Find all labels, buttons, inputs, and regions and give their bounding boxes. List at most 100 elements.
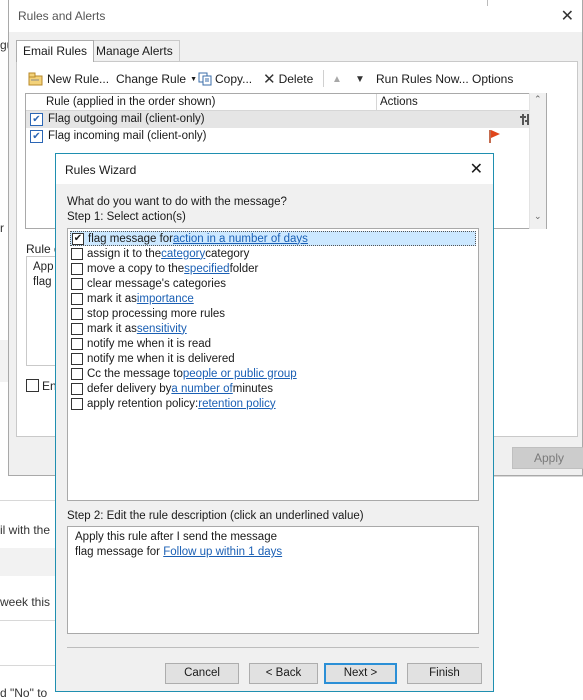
column-header-rule[interactable]: Rule (applied in the order shown) [46, 96, 215, 108]
action-item-mark-sensitivity[interactable]: mark it as sensitivity [70, 321, 476, 336]
action-text: defer delivery by [87, 382, 172, 395]
finish-button[interactable]: Finish [407, 663, 482, 684]
action-link[interactable]: category [161, 248, 205, 260]
action-text: minutes [232, 382, 274, 395]
action-item-notify-read[interactable]: notify me when it is read [70, 336, 476, 351]
tab-manage-alerts[interactable]: Manage Alerts [89, 40, 180, 61]
dialog-title: Rules Wizard [65, 163, 137, 177]
rule-description-box[interactable]: Apply this rule after I send the message… [67, 526, 479, 634]
action-checkbox[interactable] [71, 247, 83, 260]
close-icon[interactable]: ✕ [561, 6, 574, 26]
action-text: notify me when it is read [87, 337, 212, 350]
action-link[interactable]: importance [137, 293, 194, 305]
action-link[interactable]: a number of [171, 383, 232, 395]
delete-label: Delete [278, 72, 314, 86]
change-rule-label: Change Rule [116, 72, 187, 86]
action-link[interactable]: retention policy [198, 398, 275, 410]
next-button[interactable]: Next > [324, 663, 397, 684]
delete-icon: ✕ [263, 71, 276, 88]
description-line: Apply this rule after I send the message [75, 531, 277, 543]
rules-wizard-dialog: Rules Wizard ✕ What do you want to do wi… [55, 153, 494, 692]
cancel-button[interactable]: Cancel [165, 663, 239, 684]
title-bar: Rules and Alerts ✕ [9, 0, 582, 32]
delete-button[interactable]: ✕ Delete [263, 70, 313, 88]
action-checkbox[interactable] [71, 277, 83, 290]
action-item-stop-processing[interactable]: stop processing more rules [70, 306, 476, 321]
action-text: folder [229, 262, 259, 275]
action-checkbox[interactable] [71, 352, 83, 365]
move-up-icon[interactable]: ▲ [332, 70, 342, 88]
chevron-down-icon: ▼ [190, 75, 197, 83]
options-button[interactable]: Options [472, 70, 513, 88]
bg-divider [494, 476, 583, 477]
rule-checkbox[interactable]: ✔ [30, 130, 43, 143]
back-button[interactable]: < Back [249, 663, 318, 684]
scroll-up-icon[interactable]: ⌃ [534, 94, 542, 105]
action-item-assign-category[interactable]: assign it to the category category [70, 246, 476, 261]
action-text: apply retention policy: [87, 397, 199, 410]
description-fragment: flag [33, 276, 52, 288]
column-separator [376, 94, 377, 111]
action-checkbox[interactable]: ✔ [72, 232, 84, 245]
action-checkbox[interactable] [71, 262, 83, 275]
rule-row[interactable]: ✔ Flag outgoing mail (client-only) [26, 111, 546, 128]
description-fragment: App [33, 261, 54, 273]
action-text: Cc the message to [87, 367, 183, 380]
rule-row[interactable]: ✔ Flag incoming mail (client-only) [26, 128, 546, 145]
actions-list[interactable]: ✔ flag message for action in a number of… [67, 228, 479, 501]
action-text: assign it to the [87, 247, 162, 260]
action-text: move a copy to the [87, 262, 185, 275]
action-text: mark it as [87, 322, 137, 335]
action-item-mark-importance[interactable]: mark it as importance [70, 291, 476, 306]
title-bar: Rules Wizard ✕ [56, 154, 493, 184]
description-text: flag message for [75, 546, 164, 558]
close-icon[interactable]: ✕ [470, 159, 483, 179]
action-checkbox[interactable] [71, 382, 83, 395]
bg-divider [0, 665, 55, 666]
action-link[interactable]: people or public group [183, 368, 297, 380]
wizard-question: What do you want to do with the message? [67, 196, 287, 208]
copy-label: Copy... [215, 72, 253, 86]
action-checkbox[interactable] [71, 292, 83, 305]
copy-button[interactable]: Copy... [198, 70, 252, 88]
tab-email-rules[interactable]: Email Rules [16, 40, 95, 62]
rule-checkbox[interactable]: ✔ [30, 113, 43, 126]
action-checkbox[interactable] [71, 367, 83, 380]
action-text: stop processing more rules [87, 307, 226, 320]
scroll-down-icon[interactable]: ⌄ [534, 211, 542, 222]
action-link[interactable]: action in a number of days [173, 233, 308, 245]
follow-up-link[interactable]: Follow up within 1 days [163, 546, 282, 558]
rules-list-scrollbar[interactable]: ⌃ ⌄ [529, 93, 546, 229]
bg-band [0, 340, 8, 382]
new-rule-icon [28, 72, 43, 86]
bg-fragment: il with the [0, 523, 51, 537]
rules-list-header: Rule (applied in the order shown) Action… [26, 94, 546, 111]
apply-button[interactable]: Apply [512, 447, 583, 469]
action-item-clear-categories[interactable]: clear message's categories [70, 276, 476, 291]
move-down-icon[interactable]: ▼ [355, 70, 365, 88]
action-item-flag-message[interactable]: ✔ flag message for action in a number of… [70, 231, 476, 246]
flag-icon [489, 130, 500, 143]
action-checkbox[interactable] [71, 307, 83, 320]
bg-fragment: week this [0, 595, 51, 609]
change-rule-button[interactable]: Change Rule ▼ [116, 70, 197, 88]
action-item-notify-delivered[interactable]: notify me when it is delivered [70, 351, 476, 366]
step1-label: Step 1: Select action(s) [67, 211, 186, 223]
action-item-cc-message[interactable]: Cc the message to people or public group [70, 366, 476, 381]
action-item-retention-policy[interactable]: apply retention policy: retention policy [70, 396, 476, 411]
action-link[interactable]: sensitivity [137, 323, 187, 335]
action-checkbox[interactable] [71, 322, 83, 335]
run-rules-now-button[interactable]: Run Rules Now... [376, 70, 469, 88]
action-item-defer-delivery[interactable]: defer delivery by a number of minutes [70, 381, 476, 396]
action-text: mark it as [87, 292, 137, 305]
new-rule-button[interactable]: New Rule... [28, 70, 109, 88]
step2-label: Step 2: Edit the rule description (click… [67, 510, 364, 522]
action-link[interactable]: specified [184, 263, 229, 275]
action-checkbox[interactable] [71, 337, 83, 350]
column-header-actions[interactable]: Actions [380, 96, 418, 108]
rule-label: Flag incoming mail (client-only) [48, 130, 207, 142]
action-item-move-copy[interactable]: move a copy to the specified folder [70, 261, 476, 276]
action-checkbox[interactable] [71, 397, 83, 410]
enable-rss-checkbox[interactable] [26, 379, 39, 392]
toolbar-separator [323, 70, 324, 87]
